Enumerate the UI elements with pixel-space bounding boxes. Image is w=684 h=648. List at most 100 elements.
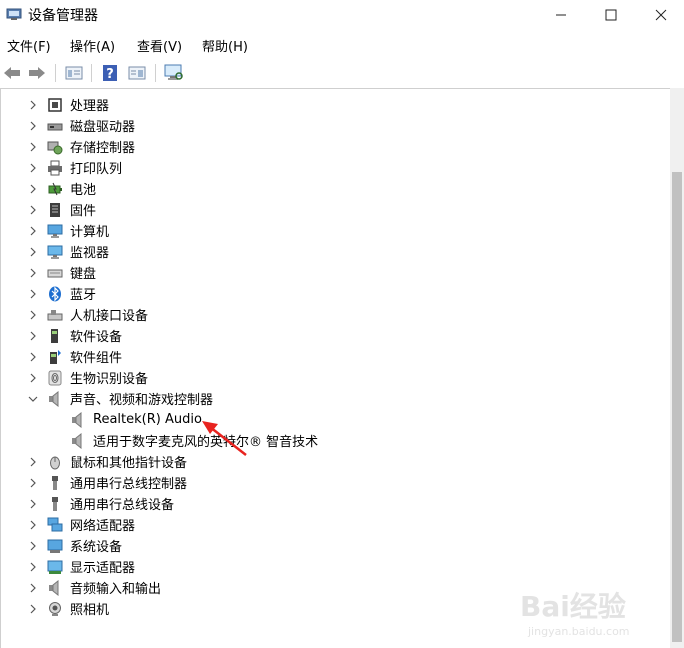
chevron-right-icon[interactable] [28,457,38,467]
tree-item-processor[interactable]: 处理器 [1,94,661,115]
chevron-right-icon[interactable] [28,205,38,215]
forward-icon [29,67,45,79]
chevron-right-icon[interactable] [28,310,38,320]
tree-item-label: 磁盘驱动器 [70,120,136,135]
tree-item-usb-controllers[interactable]: 通用串行总线控制器 [1,472,661,493]
tree-item-label: 通用串行总线设备 [70,498,175,513]
chevron-right-icon[interactable] [28,226,38,236]
tree-item-label: 音频输入和输出 [70,582,162,597]
window-title: 设备管理器 [28,8,98,24]
menu-help[interactable]: 帮助(H) [202,36,248,55]
monitor-icon [47,245,63,259]
chevron-right-icon[interactable] [28,541,38,551]
chevron-right-icon[interactable] [28,247,38,257]
help-icon: ? [103,65,117,82]
close-icon [655,9,667,21]
tree-item-batteries[interactable]: 电池 [1,178,661,199]
chevron-right-icon[interactable] [28,184,38,194]
scan-hardware-button[interactable] [164,63,184,83]
tree-item-usb-devices[interactable]: 通用串行总线设备 [1,493,661,514]
chevron-right-icon[interactable] [28,562,38,572]
chevron-right-icon[interactable] [28,499,38,509]
tree-item-label: 网络适配器 [70,519,136,534]
tree-item-computer[interactable]: 计算机 [1,220,661,241]
tree-child-label: Realtek(R) Audio [93,412,202,427]
chevron-right-icon[interactable] [28,100,38,110]
tree-item-system-devices[interactable]: 系统设备 [1,535,661,556]
chevron-right-icon[interactable] [28,478,38,488]
chevron-right-icon[interactable] [28,520,38,530]
title-bar: 设备管理器 [0,0,684,30]
menu-view[interactable]: 查看(V) [137,36,182,55]
network-icon [47,517,63,531]
chevron-right-icon[interactable] [28,331,38,341]
disk-drive-icon [47,123,63,130]
tree-item-label: 通用串行总线控制器 [70,477,188,492]
tree-item-software-devices[interactable]: 软件设备 [1,325,661,346]
tree-item-bluetooth[interactable]: 蓝牙 [1,283,661,304]
back-button[interactable] [2,63,22,83]
tree-child-realtek-audio[interactable]: Realtek(R) Audio [1,409,661,430]
tree-item-firmware[interactable]: 固件 [1,199,661,220]
device-manager-icon [6,8,22,20]
tree-item-mice[interactable]: 鼠标和其他指针设备 [1,451,661,472]
software-component-icon [50,349,61,364]
tree-item-network-adapters[interactable]: 网络适配器 [1,514,661,535]
tree-item-print-queues[interactable]: 打印队列 [1,157,661,178]
system-device-icon [47,539,63,553]
chevron-down-icon[interactable] [28,394,38,404]
tree-item-label: 软件设备 [70,330,123,345]
tree-item-sound-video-game[interactable]: 声音、视频和游戏控制器 [1,388,661,409]
tree-item-label: 软件组件 [70,351,123,366]
back-icon [4,67,20,79]
vertical-scrollbar[interactable] [670,88,684,648]
usb-icon [52,475,58,490]
chevron-right-icon[interactable] [28,373,38,383]
view-button[interactable] [127,63,147,83]
menu-file[interactable]: 文件(F) [7,36,51,55]
minimize-button[interactable] [538,0,584,30]
tree-child-intel-smart-sound[interactable]: 适用于数字麦克风的英特尔® 智音技术 [1,430,661,451]
forward-button[interactable] [27,63,47,83]
scrollbar-thumb[interactable] [672,172,682,642]
tree-item-label: 打印队列 [70,162,123,177]
speaker-icon [49,390,59,407]
tree-item-label: 人机接口设备 [70,309,149,324]
chevron-right-icon[interactable] [28,352,38,362]
battery-icon [48,182,62,195]
chevron-right-icon[interactable] [28,142,38,152]
chevron-right-icon[interactable] [28,163,38,173]
computer-icon [47,224,63,238]
tree-item-label: 蓝牙 [70,288,97,303]
display-adapter-icon [47,560,63,574]
tree-item-software-components[interactable]: 软件组件 [1,346,661,367]
speaker-icon [72,411,82,428]
chevron-right-icon[interactable] [28,604,38,614]
tree-item-monitors[interactable]: 监视器 [1,241,661,262]
maximize-button[interactable] [588,0,634,30]
tree-item-keyboards[interactable]: 键盘 [1,262,661,283]
keyboard-icon [47,269,63,277]
tree-item-label: 监视器 [70,246,110,261]
chevron-right-icon[interactable] [28,121,38,131]
chevron-right-icon[interactable] [28,268,38,278]
tree-item-label: 键盘 [70,267,97,282]
tree-item-biometric[interactable]: 生物识别设备 [1,367,661,388]
chevron-right-icon[interactable] [28,583,38,593]
help-button[interactable]: ? [100,63,120,83]
tree-item-storage-controllers[interactable]: 存储控制器 [1,136,661,157]
close-button[interactable] [638,0,684,30]
tree-item-display-adapters[interactable]: 显示适配器 [1,556,661,577]
toolbar-separator [55,64,56,82]
tree-item-disk-drives[interactable]: 磁盘驱动器 [1,115,661,136]
properties-button[interactable] [64,63,84,83]
toolbar-separator [91,64,92,82]
tree-item-label: 处理器 [70,99,110,114]
toolbar-separator [155,64,156,82]
chevron-right-icon[interactable] [28,289,38,299]
tree-item-hid[interactable]: 人机接口设备 [1,304,661,325]
menu-action[interactable]: 操作(A) [70,36,115,55]
tree-item-label: 计算机 [70,225,110,240]
fingerprint-icon [48,370,62,385]
processor-icon [48,97,62,112]
